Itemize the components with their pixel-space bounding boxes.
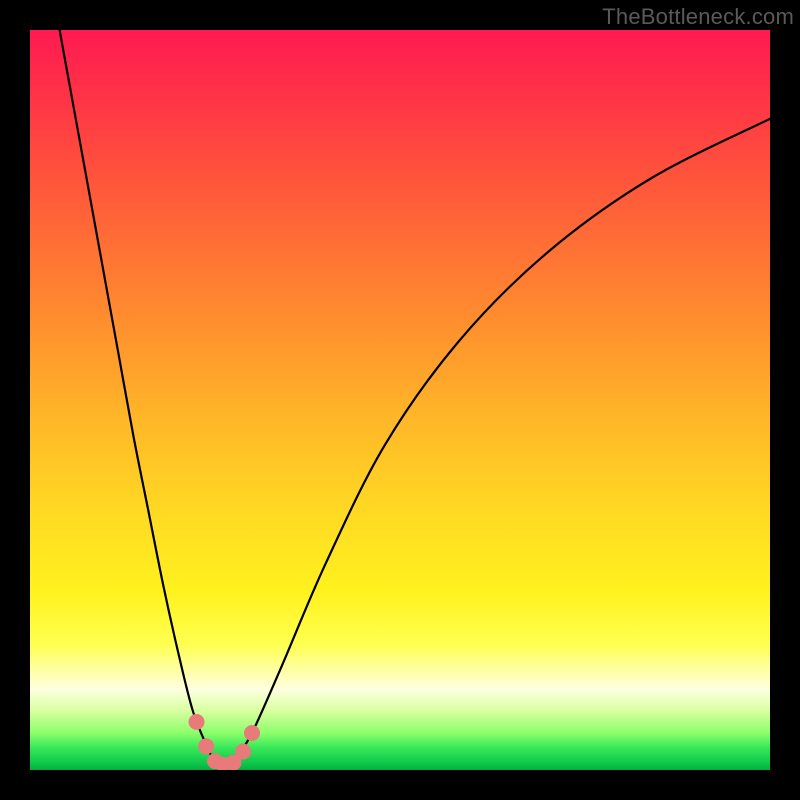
watermark-text: TheBottleneck.com — [602, 4, 794, 30]
chart-svg — [30, 30, 770, 770]
bottleneck-curve — [60, 30, 770, 766]
highlight-markers — [189, 714, 261, 770]
plot-area — [30, 30, 770, 770]
highlight-dot — [235, 744, 251, 760]
highlight-dot — [198, 738, 214, 754]
highlight-dot — [244, 725, 260, 741]
highlight-dot — [189, 714, 205, 730]
